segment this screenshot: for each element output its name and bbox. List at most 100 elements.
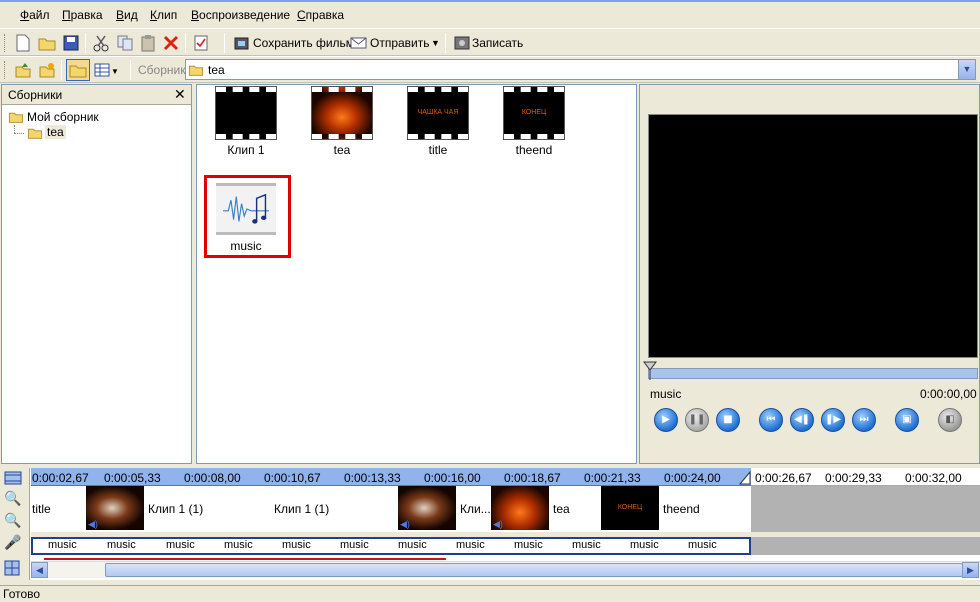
frame-forward-button[interactable]: ❚▶ [821, 408, 845, 432]
save-movie-button[interactable]: Сохранить фильм [253, 36, 354, 50]
scrollbar-thumb[interactable] [105, 563, 963, 577]
collection-label: Сборник [138, 63, 186, 77]
close-icon[interactable]: ✕ [174, 86, 186, 103]
video-clip-label[interactable]: theend [663, 502, 700, 516]
timeline: 🔍 🔍 🎤 0:00:02,67 0:00:05,33 0:00:08,00 0… [0, 468, 980, 580]
scroll-right-icon[interactable]: ▶ [962, 562, 979, 578]
audio-segment-label: music [688, 539, 717, 551]
zoom-in-icon[interactable]: 🔍 [4, 490, 21, 507]
menu-clip[interactable]: Клип [150, 8, 177, 22]
clip-item[interactable]: Клип 1 [206, 86, 286, 157]
seek-handle-icon[interactable] [643, 361, 657, 381]
audio-segment-label: music [514, 539, 543, 551]
preview-monitor: music 0:00:00,00 ▶ ❚❚ ■ ⏮ ◀❚ ❚▶ ⏭ ▣ ◧ [639, 84, 980, 464]
pause-button[interactable]: ❚❚ [685, 408, 709, 432]
fullscreen-button[interactable]: ▣ [895, 408, 919, 432]
video-clip-label[interactable]: Клип 1 (1) [274, 502, 329, 516]
video-clip-label[interactable]: tea [553, 502, 570, 516]
play-button[interactable]: ▶ [654, 408, 678, 432]
audio-segment-label: music [166, 539, 195, 551]
scroll-left-icon[interactable]: ◀ [31, 562, 48, 578]
collections-toolbar: ▼ Сборник tea ▼ [0, 56, 980, 83]
paste-icon[interactable] [139, 34, 157, 52]
delete-icon[interactable] [162, 34, 180, 52]
clips-pane: Клип 1 tea ЧАШКА ЧАЯ title КОНЕЦ theend … [196, 84, 637, 464]
video-clip-thumbnail[interactable]: КОНЕЦ [601, 486, 659, 530]
open-folder-icon[interactable] [38, 34, 56, 52]
send-dropdown-arrow-icon[interactable]: ▼ [431, 38, 440, 48]
send-button[interactable]: Отправить [370, 36, 430, 50]
timeline-settings-icon[interactable] [4, 560, 20, 576]
tree-item-my-collection[interactable]: Мой сборник [6, 109, 186, 125]
cut-icon[interactable] [92, 34, 110, 52]
previous-button[interactable]: ⏮ [759, 408, 783, 432]
separator [185, 33, 186, 53]
separator [224, 33, 225, 53]
preview-time: 0:00:00,00 [920, 387, 977, 401]
skip-back-icon: ⏮ [766, 414, 776, 425]
frame-forward-icon: ❚▶ [824, 414, 842, 425]
menu-playback[interactable]: Воспроизведение [191, 8, 290, 22]
view-mode-dropdown-icon[interactable]: ▼ [111, 67, 119, 76]
menu-view[interactable]: Вид [116, 8, 138, 22]
clip-item[interactable]: tea [302, 86, 382, 157]
menu-file[interactable]: Файл [20, 8, 50, 22]
video-clip-label[interactable]: Клип 1 (1) [148, 502, 203, 516]
stop-button[interactable]: ■ [716, 408, 740, 432]
grip [4, 61, 7, 79]
ruler-tick: 0:00:26,67 [755, 471, 812, 485]
menu-help[interactable]: Справка [297, 8, 344, 22]
tree-item-label: tea [45, 125, 66, 139]
new-collection-icon[interactable] [38, 61, 56, 79]
properties-icon[interactable] [192, 34, 210, 52]
audio-segment-label: music [224, 539, 253, 551]
play-icon: ▶ [662, 414, 670, 425]
storyboard-toggle-icon[interactable] [4, 470, 22, 486]
frame-back-button[interactable]: ◀❚ [790, 408, 814, 432]
clip-thumbnail [215, 86, 277, 140]
ruler-tick: 0:00:29,33 [825, 471, 882, 485]
clip-label: tea [333, 143, 351, 157]
save-movie-icon[interactable] [234, 34, 252, 52]
menu-edit[interactable]: Правка [62, 8, 103, 22]
video-clip-label[interactable]: title [32, 502, 51, 516]
seek-bar[interactable] [648, 368, 978, 379]
view-mode-icon[interactable] [93, 61, 111, 79]
narrate-microphone-icon[interactable]: 🎤 [4, 534, 21, 551]
separator [130, 60, 131, 80]
send-icon[interactable] [350, 34, 368, 52]
save-icon[interactable] [62, 34, 80, 52]
tree-item-tea[interactable]: tea [25, 125, 75, 141]
clip-label: theend [515, 143, 553, 157]
clip-thumbnail: КОНЕЦ [503, 86, 565, 140]
ruler-tick: 0:00:24,00 [664, 471, 721, 485]
copy-icon[interactable] [116, 34, 134, 52]
clip-label: Клип 1 [227, 143, 265, 157]
ruler-tick: 0:00:05,33 [104, 471, 161, 485]
ruler-tick: 0:00:21,33 [584, 471, 641, 485]
record-button[interactable]: Записать [472, 36, 523, 50]
separator [85, 33, 86, 53]
record-icon[interactable] [453, 34, 471, 52]
clip-item[interactable]: music [206, 183, 286, 253]
up-level-icon[interactable] [14, 61, 32, 79]
clip-item[interactable]: ЧАШКА ЧАЯ title [398, 86, 478, 157]
audio-segment-label: music [282, 539, 311, 551]
split-clip-button[interactable]: ◧ [938, 408, 962, 432]
grip [4, 34, 7, 52]
collections-pane: Сборники ✕ Мой сборник tea [1, 84, 192, 464]
chevron-down-icon[interactable]: ▼ [958, 60, 975, 79]
horizontal-scrollbar[interactable]: ◀ ▶ [31, 561, 980, 578]
audio-segment-label: music [630, 539, 659, 551]
clip-label: title [428, 143, 448, 157]
ruler-tick: 0:00:10,67 [264, 471, 321, 485]
audio-segment-label: music [340, 539, 369, 551]
collections-header: Сборники ✕ [2, 85, 191, 105]
zoom-out-icon[interactable]: 🔍 [4, 512, 21, 529]
collection-select[interactable]: tea ▼ [185, 59, 976, 80]
new-project-icon[interactable] [14, 34, 32, 52]
next-button[interactable]: ⏭ [852, 408, 876, 432]
clip-item[interactable]: КОНЕЦ theend [494, 86, 574, 157]
video-clip-label[interactable]: Кли... [460, 502, 491, 516]
audio-link-icon: ◀) [88, 519, 98, 529]
